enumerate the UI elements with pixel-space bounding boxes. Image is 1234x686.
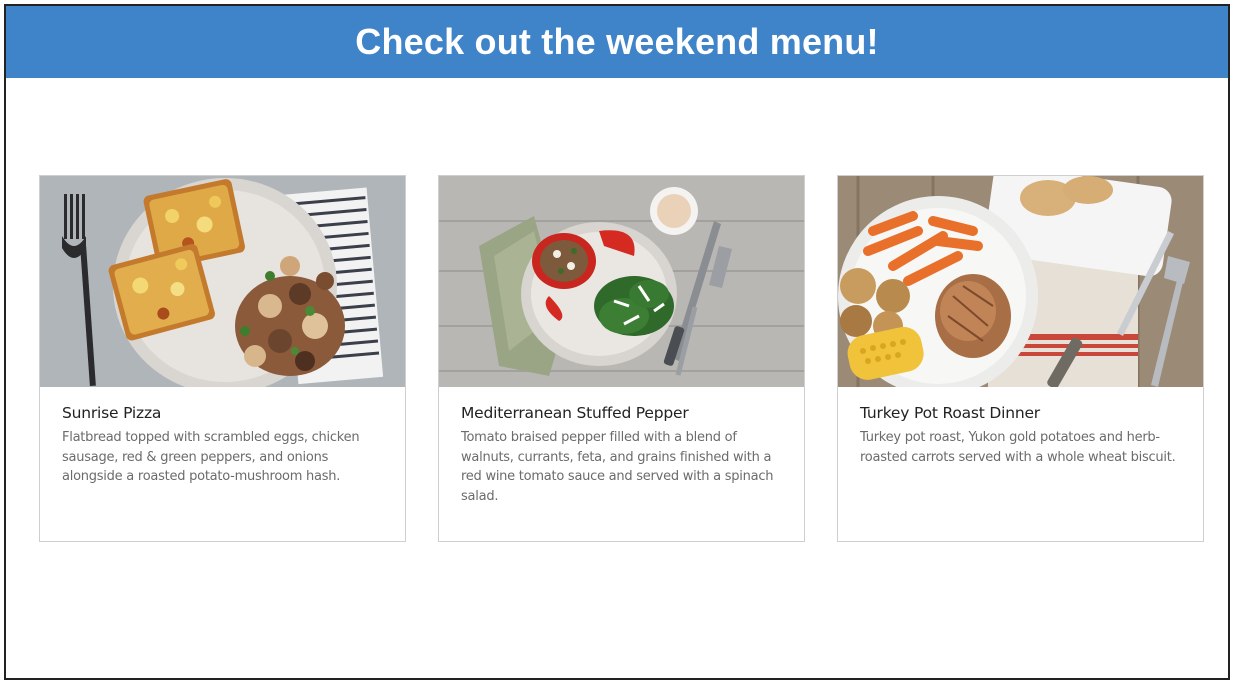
menu-card-turkey-pot-roast-dinner[interactable]: Turkey Pot Roast Dinner Turkey pot roast… bbox=[837, 175, 1204, 542]
banner-title: Check out the weekend menu! bbox=[355, 21, 879, 62]
menu-card-sunrise-pizza[interactable]: Sunrise Pizza Flatbread topped with scra… bbox=[39, 175, 406, 542]
card-description: Turkey pot roast, Yukon gold potatoes an… bbox=[860, 430, 1176, 465]
card-title: Turkey Pot Roast Dinner bbox=[860, 404, 1040, 422]
card-title: Sunrise Pizza bbox=[62, 404, 162, 422]
sunrise-pizza-photo bbox=[40, 176, 405, 387]
mediterranean-stuffed-pepper-photo bbox=[439, 176, 804, 387]
menu-card-mediterranean-stuffed-pepper[interactable]: Mediterranean Stuffed Pepper Tomato brai… bbox=[438, 175, 805, 542]
card-title: Mediterranean Stuffed Pepper bbox=[461, 404, 689, 422]
header-banner: Check out the weekend menu! bbox=[6, 6, 1228, 78]
turkey-pot-roast-dinner-photo bbox=[838, 176, 1203, 387]
card-description: Flatbread topped with scrambled eggs, ch… bbox=[62, 430, 360, 484]
card-description: Tomato braised pepper filled with a blen… bbox=[461, 430, 774, 504]
